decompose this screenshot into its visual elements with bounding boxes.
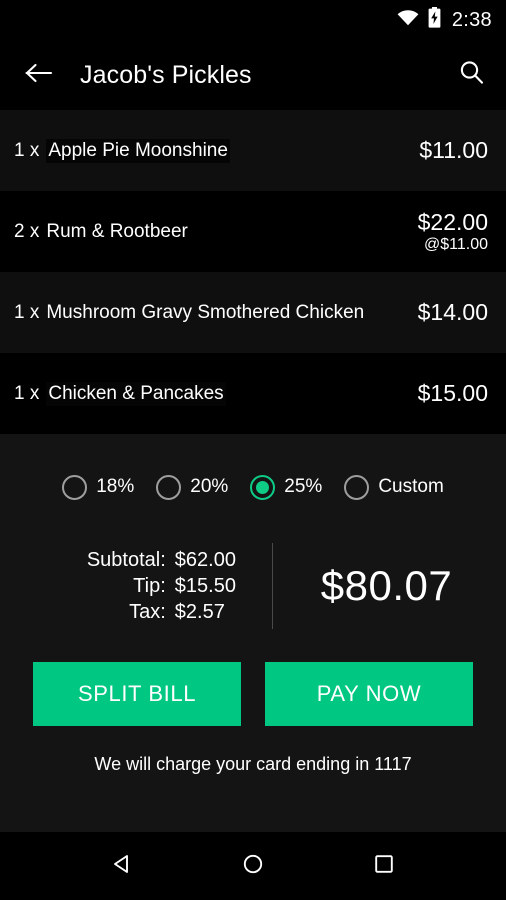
app-screen: 2:38 Jacob's Pickles 1 x Apple Pie Moons… bbox=[0, 0, 506, 900]
page-title: Jacob's Pickles bbox=[80, 60, 252, 89]
nav-home-circle-icon bbox=[241, 852, 265, 881]
totals-breakdown: Subtotal: $62.00 Tip: $15.50 Tax: $2.57 bbox=[54, 549, 272, 624]
item-quantity: 1 x bbox=[14, 301, 40, 323]
tip-option-label: 25% bbox=[284, 476, 323, 497]
tip-selector: 18% 20% 25% Custom bbox=[0, 460, 506, 514]
item-price: $15.00 bbox=[417, 380, 488, 407]
radio-dot bbox=[350, 481, 363, 494]
nav-recents-button[interactable] bbox=[362, 844, 406, 888]
item-description: 1 x Mushroom Gravy Smothered Chicken bbox=[14, 302, 408, 324]
tip-option-label: Custom bbox=[378, 476, 444, 497]
item-description: 1 x Chicken & Pancakes bbox=[14, 381, 408, 406]
item-pricing: $15.00 bbox=[418, 380, 488, 406]
item-quantity: 2 x bbox=[14, 220, 40, 242]
app-bar: Jacob's Pickles bbox=[0, 40, 506, 110]
tip-line: Tip: $15.50 bbox=[54, 575, 252, 598]
status-time: 2:38 bbox=[451, 9, 492, 31]
radio-dot bbox=[256, 480, 270, 494]
nav-home-button[interactable] bbox=[231, 844, 275, 888]
action-buttons: SPLIT BILL PAY NOW bbox=[0, 662, 506, 726]
battery-charging-icon bbox=[428, 7, 441, 33]
item-quantity: 1 x bbox=[14, 139, 40, 161]
table-row[interactable]: 1 x Apple Pie Moonshine $11.00 bbox=[0, 110, 506, 191]
search-icon bbox=[458, 59, 485, 91]
radio-button-icon[interactable] bbox=[62, 474, 88, 500]
item-price: $11.00 bbox=[419, 137, 488, 164]
tip-option-20[interactable]: 20% bbox=[156, 474, 229, 500]
tip-value: $15.50 bbox=[174, 574, 236, 597]
item-pricing: $22.00 @$11.00 bbox=[418, 209, 488, 253]
table-row[interactable]: 1 x Chicken & Pancakes $15.00 bbox=[0, 353, 506, 434]
item-description: 2 x Rum & Rootbeer bbox=[14, 221, 408, 243]
android-nav-bar bbox=[0, 832, 506, 900]
tip-label: Tip: bbox=[133, 574, 166, 597]
tip-option-label: 18% bbox=[96, 476, 135, 497]
item-pricing: $14.00 bbox=[418, 299, 488, 325]
radio-button-icon[interactable] bbox=[250, 474, 276, 500]
radio-dot bbox=[68, 481, 81, 494]
item-quantity: 1 x bbox=[14, 382, 40, 404]
status-bar: 2:38 bbox=[0, 0, 506, 40]
totals-section: Subtotal: $62.00 Tip: $15.50 Tax: $2.57 … bbox=[0, 536, 506, 636]
item-unit-price: @$11.00 bbox=[424, 235, 488, 253]
tip-option-25[interactable]: 25% bbox=[250, 474, 323, 500]
table-row[interactable]: 1 x Mushroom Gravy Smothered Chicken $14… bbox=[0, 272, 506, 353]
status-icons: 2:38 bbox=[397, 7, 492, 33]
item-name: Chicken & Pancakes bbox=[46, 381, 226, 406]
nav-back-button[interactable] bbox=[100, 844, 144, 888]
radio-dot bbox=[162, 481, 175, 494]
radio-button-icon[interactable] bbox=[156, 474, 182, 500]
item-name: Apple Pie Moonshine bbox=[46, 138, 230, 163]
split-bill-button[interactable]: SPLIT BILL bbox=[33, 662, 241, 726]
subtotal-value: $62.00 bbox=[174, 548, 236, 571]
order-items-list: 1 x Apple Pie Moonshine $11.00 2 x Rum &… bbox=[0, 110, 506, 434]
tax-label: Tax: bbox=[129, 600, 166, 623]
grand-total-amount: $80.07 bbox=[320, 562, 453, 609]
checkout-panel: 18% 20% 25% Custom Subtotal: $62.00 Tip:… bbox=[0, 434, 506, 832]
tip-option-label: 20% bbox=[190, 476, 229, 497]
tax-line: Tax: $2.57 bbox=[54, 601, 252, 624]
tip-option-custom[interactable]: Custom bbox=[344, 474, 444, 500]
subtotal-label: Subtotal: bbox=[86, 548, 166, 571]
table-row[interactable]: 2 x Rum & Rootbeer $22.00 @$11.00 bbox=[0, 191, 506, 272]
item-description: 1 x Apple Pie Moonshine bbox=[14, 138, 409, 163]
item-price: $22.00 bbox=[417, 209, 488, 236]
tax-value: $2.57 bbox=[174, 600, 225, 623]
nav-recents-square-icon bbox=[372, 852, 396, 881]
back-arrow-icon bbox=[25, 62, 53, 89]
item-pricing: $11.00 bbox=[419, 137, 488, 163]
item-price: $14.00 bbox=[417, 299, 488, 326]
search-button[interactable] bbox=[454, 58, 488, 92]
subtotal-line: Subtotal: $62.00 bbox=[54, 549, 252, 572]
pay-now-button[interactable]: PAY NOW bbox=[265, 662, 473, 726]
item-name: Rum & Rootbeer bbox=[46, 220, 188, 242]
nav-back-triangle-icon bbox=[110, 852, 134, 881]
charge-note: We will charge your card ending in 1117 bbox=[94, 754, 412, 774]
back-button[interactable] bbox=[22, 58, 56, 92]
wifi-icon bbox=[397, 9, 419, 31]
item-name: Mushroom Gravy Smothered Chicken bbox=[46, 301, 365, 323]
tip-option-18[interactable]: 18% bbox=[62, 474, 135, 500]
radio-button-icon[interactable] bbox=[344, 474, 370, 500]
